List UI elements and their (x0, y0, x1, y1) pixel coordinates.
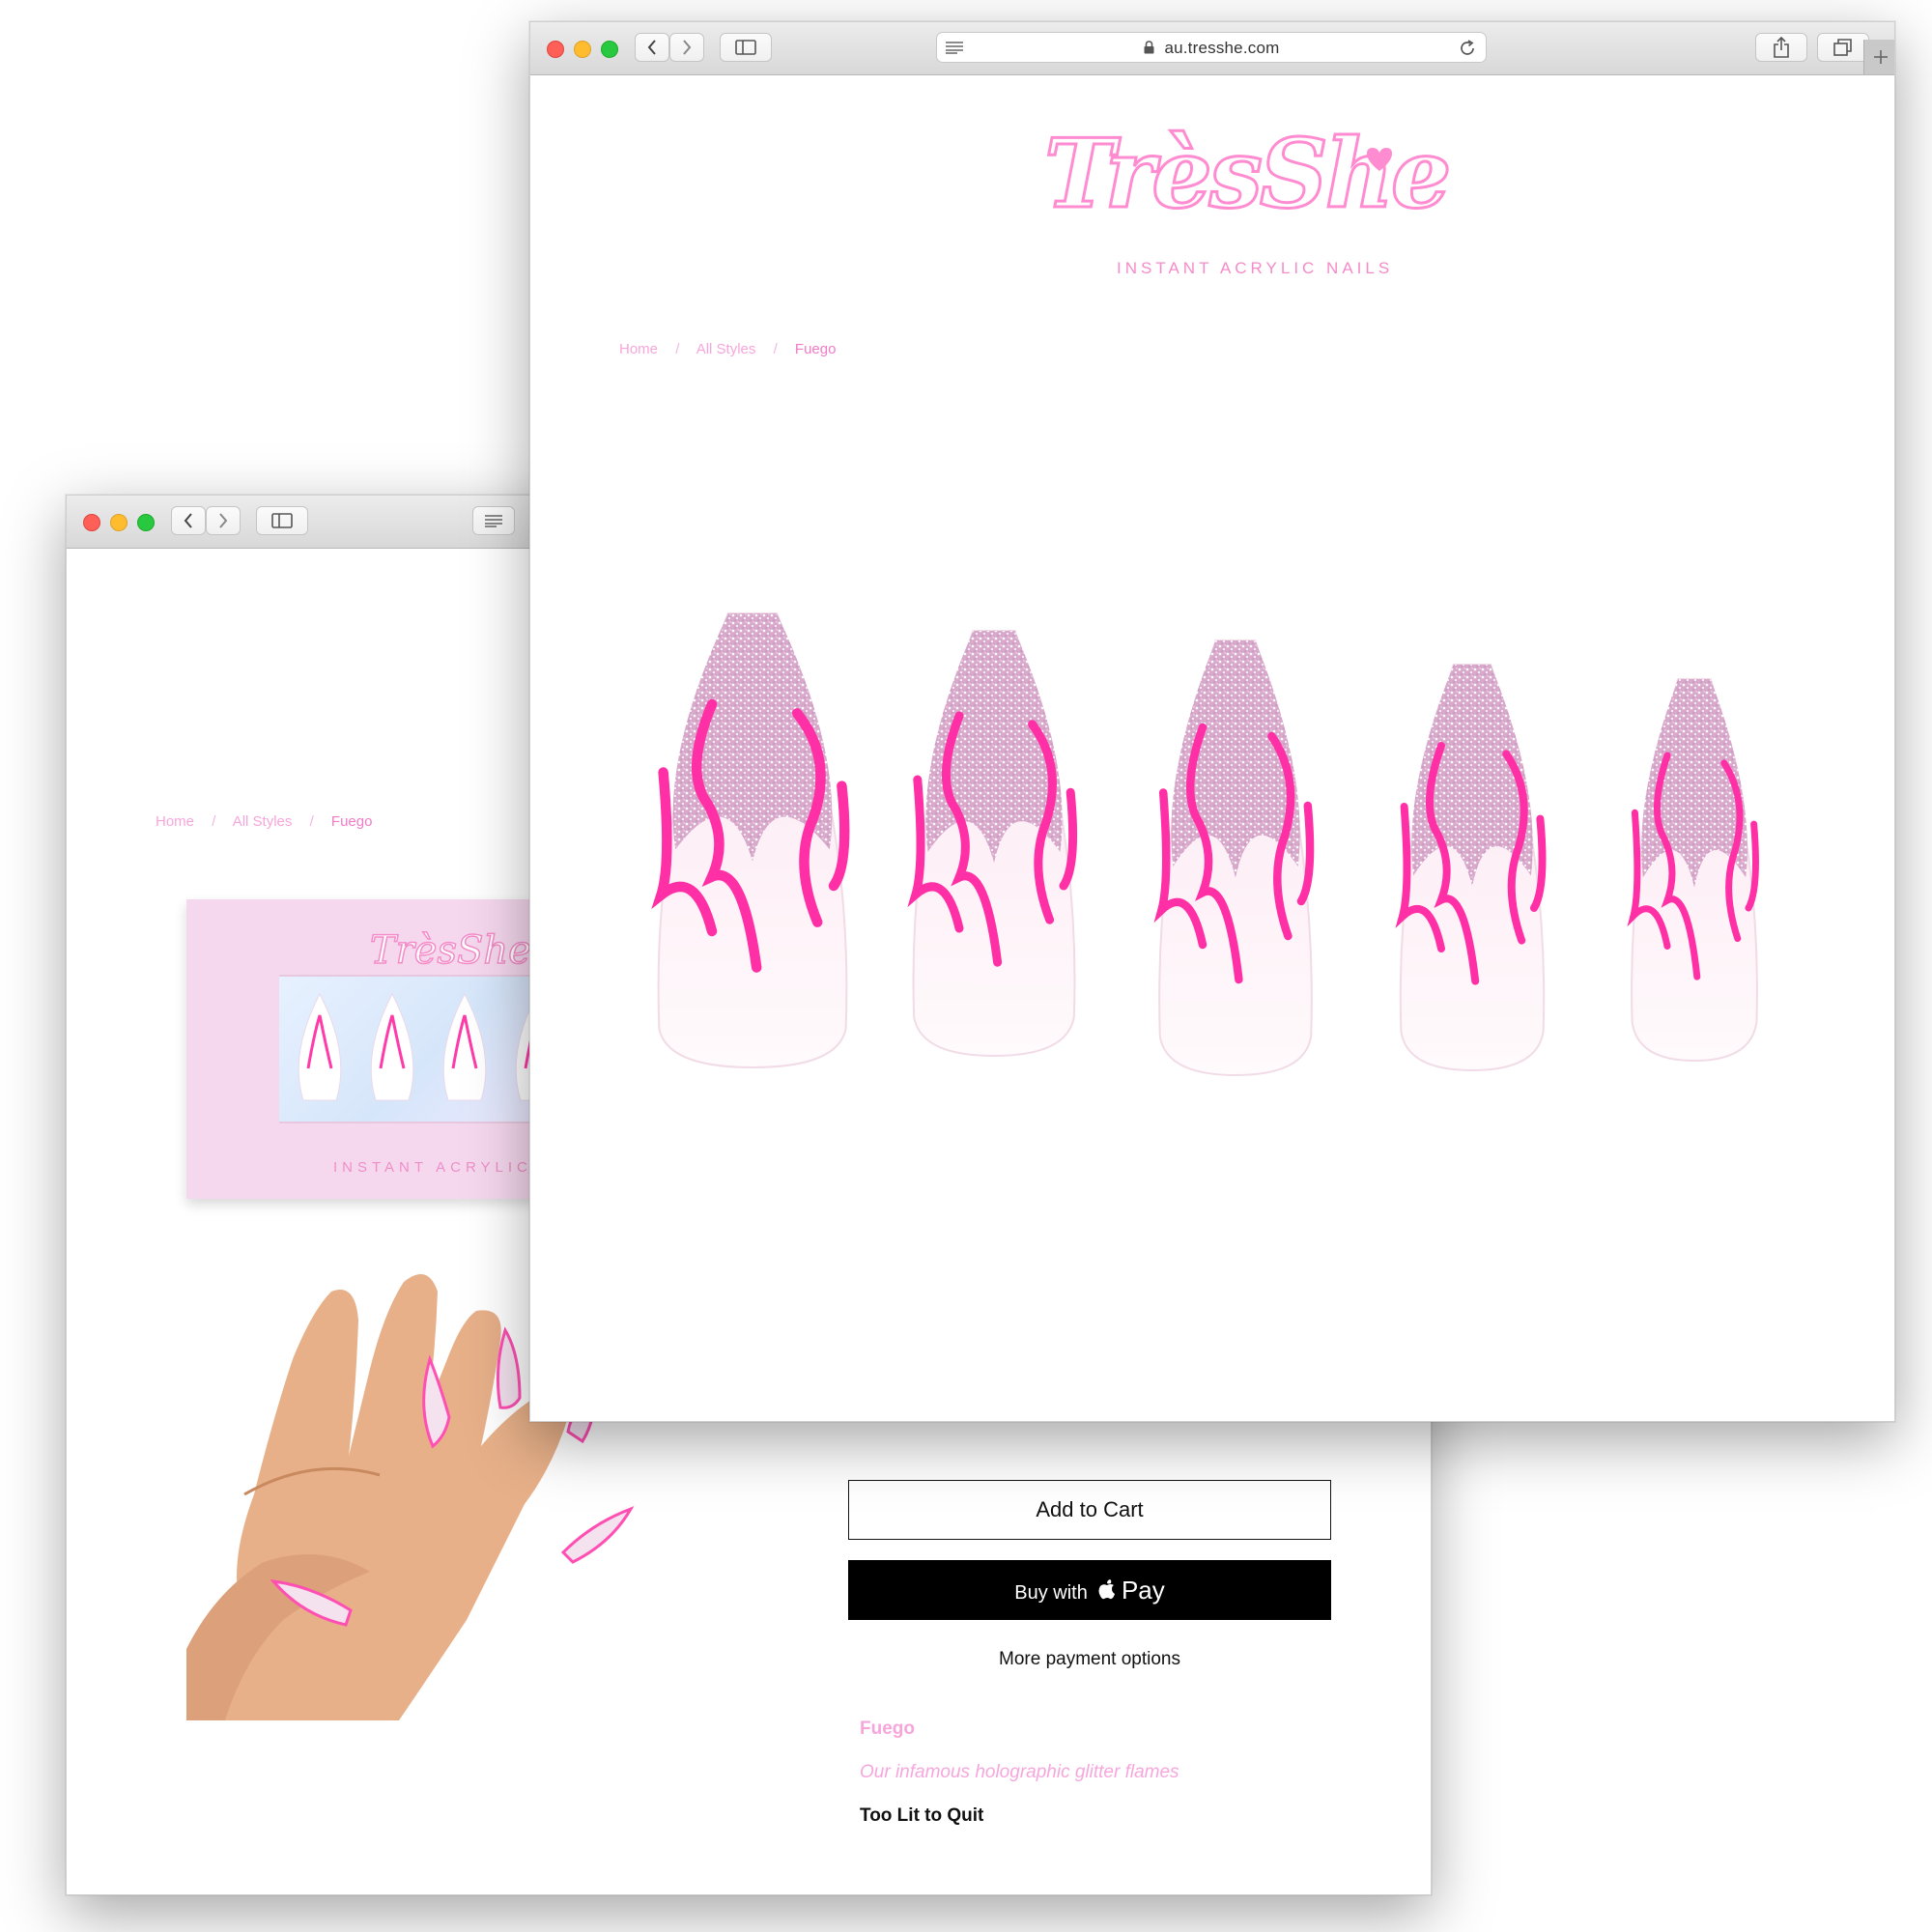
chevron-left-icon (647, 40, 656, 55)
reload-icon[interactable] (1459, 40, 1476, 57)
url-display: au.tresshe.com (937, 39, 1486, 58)
front-breadcrumb: Home / All Styles / Fuego (619, 341, 849, 357)
nail-3 (1153, 639, 1315, 1077)
url-text: au.tresshe.com (1164, 39, 1280, 57)
front-browser-window: au.tresshe.com TrèsShe INSTANT ACRYLIC N… (529, 21, 1895, 1422)
more-payment-options-link[interactable]: More payment options (848, 1649, 1331, 1670)
breadcrumb-home[interactable]: Home (156, 813, 194, 830)
tabs-icon (1833, 39, 1852, 56)
breadcrumb-separator: / (773, 341, 778, 357)
sidebar-icon (271, 513, 293, 528)
back-nav-button[interactable] (171, 506, 206, 535)
chevron-right-icon (683, 40, 692, 55)
reader-button[interactable] (472, 506, 515, 535)
breadcrumb-current: Fuego (794, 341, 837, 357)
close-window-button[interactable] (547, 41, 564, 58)
product-name: Fuego (860, 1719, 915, 1739)
close-window-button[interactable] (83, 514, 100, 531)
breadcrumb-separator: / (212, 813, 216, 830)
logo-wordmark: TrèsShe (1042, 118, 1452, 232)
front-window-toolbar: au.tresshe.com (530, 22, 1894, 75)
share-icon (1774, 37, 1789, 58)
share-button[interactable] (1755, 33, 1807, 62)
apple-logo-icon (1098, 1565, 1116, 1600)
logo-subtitle: INSTANT ACRYLIC NAILS (1117, 259, 1394, 277)
breadcrumb-home[interactable]: Home (619, 341, 658, 357)
back-nav-button[interactable] (635, 33, 669, 62)
plus-icon (1874, 50, 1888, 64)
zoom-window-button[interactable] (137, 514, 155, 531)
breadcrumb-all-styles[interactable]: All Styles (233, 813, 293, 830)
nail-5 (1627, 678, 1759, 1063)
breadcrumb-separator: / (675, 341, 680, 357)
lock-icon (1144, 40, 1154, 59)
buy-with-text: Buy with (1014, 1582, 1088, 1604)
sidebar-toggle-button[interactable] (720, 33, 772, 62)
minimize-window-button[interactable] (574, 41, 591, 58)
reader-lines-icon (485, 515, 502, 527)
breadcrumb-all-styles[interactable]: All Styles (696, 341, 756, 357)
sidebar-toggle-button[interactable] (256, 506, 308, 535)
product-tagline: Our infamous holographic glitter flames (860, 1762, 1179, 1782)
zoom-window-button[interactable] (601, 41, 618, 58)
minimize-window-button[interactable] (110, 514, 128, 531)
apple-pay-text: Pay (1121, 1576, 1165, 1605)
address-bar[interactable]: au.tresshe.com (936, 32, 1487, 63)
box-logo: TrèsShe (369, 927, 531, 974)
product-subtitle: Too Lit to Quit (860, 1805, 984, 1826)
product-main-image[interactable] (646, 582, 1786, 1085)
forward-nav-button[interactable] (206, 506, 241, 535)
apple-pay-button[interactable]: Buy with Pay (848, 1560, 1331, 1620)
nail-2 (907, 630, 1078, 1058)
breadcrumb-separator: / (309, 813, 314, 830)
tabs-overview-button[interactable] (1817, 33, 1869, 62)
heart-icon (1367, 148, 1392, 171)
breadcrumb-current: Fuego (330, 813, 373, 830)
back-breadcrumb: Home / All Styles / Fuego (156, 813, 385, 830)
nails-set-graphic (651, 612, 1759, 1077)
brand-logo[interactable]: TrèsShe INSTANT ACRYLIC NAILS (1033, 118, 1452, 283)
nail-4 (1395, 664, 1547, 1072)
forward-nav-button[interactable] (669, 33, 704, 62)
add-to-cart-button[interactable]: Add to Cart (848, 1480, 1331, 1540)
sidebar-icon (735, 40, 756, 55)
new-tab-button[interactable] (1863, 40, 1894, 74)
nail-1 (651, 612, 850, 1069)
chevron-left-icon (184, 513, 192, 528)
chevron-right-icon (219, 513, 228, 528)
